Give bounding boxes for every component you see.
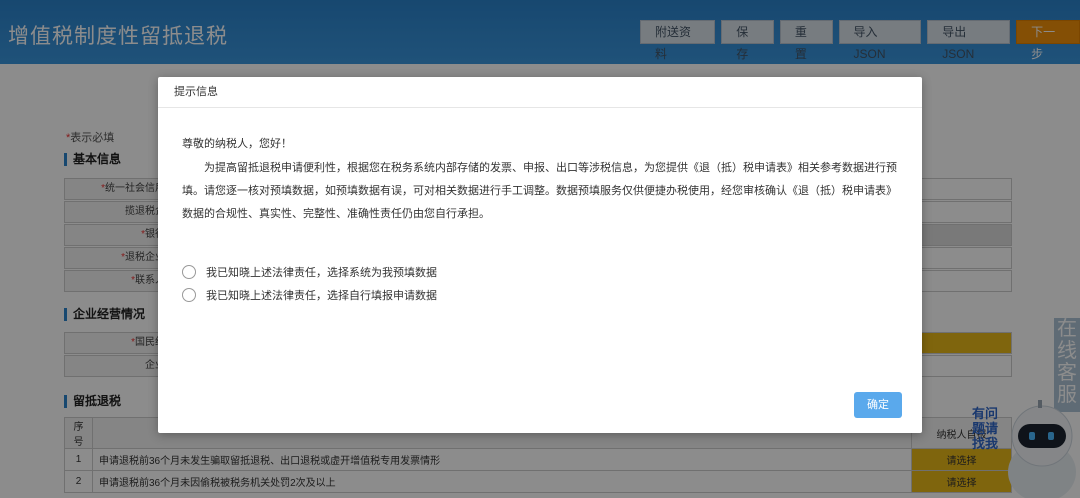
radio-button[interactable] bbox=[182, 287, 196, 302]
option-system-prefill[interactable]: 我已知晓上述法律责任，选择系统为我预填数据 bbox=[182, 260, 437, 283]
dialog-options: 我已知晓上述法律责任，选择系统为我预填数据 我已知晓上述法律责任，选择自行填报申… bbox=[182, 260, 437, 306]
dialog-greeting: 尊敬的纳税人，您好！ bbox=[182, 138, 292, 150]
radio-button[interactable] bbox=[182, 264, 196, 279]
dialog-title: 提示信息 bbox=[158, 77, 922, 108]
dialog-body: 尊敬的纳税人，您好！ 为提高留抵退税申请便利性，根据您在税务系统内部存储的发票、… bbox=[182, 133, 898, 226]
info-dialog: 提示信息 尊敬的纳税人，您好！ 为提高留抵退税申请便利性，根据您在税务系统内部存… bbox=[158, 77, 922, 433]
dialog-paragraph: 为提高留抵退税申请便利性，根据您在税务系统内部存储的发票、申报、出口等涉税信息，… bbox=[182, 162, 897, 220]
option-self-fill[interactable]: 我已知晓上述法律责任，选择自行填报申请数据 bbox=[182, 283, 437, 306]
confirm-button[interactable]: 确定 bbox=[854, 392, 902, 418]
